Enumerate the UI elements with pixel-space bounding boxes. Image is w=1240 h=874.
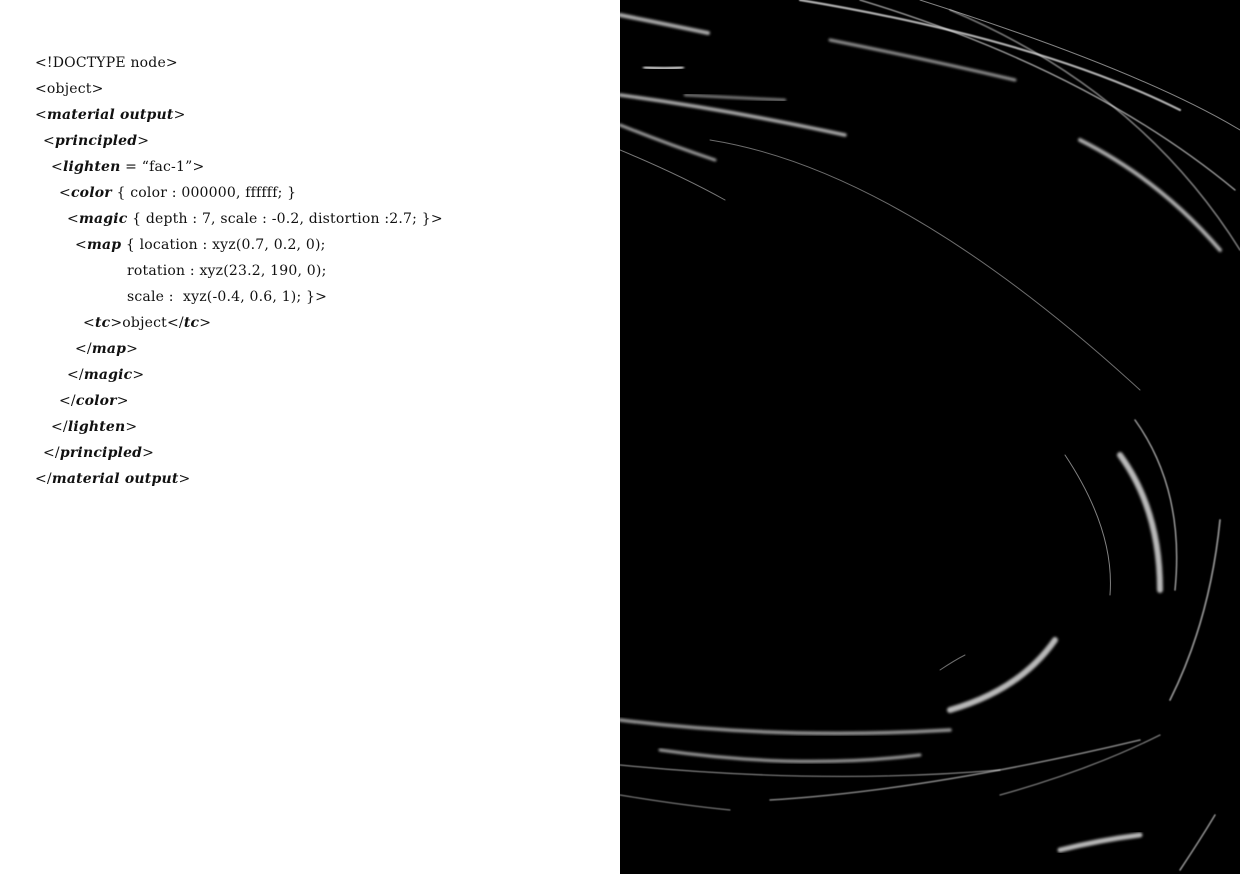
left-page: <!DOCTYPE node> <object> <material outpu… <box>0 0 620 874</box>
code-line-material-output-open: <material output> <box>35 107 186 123</box>
code-line-principled-open: <principled> <box>43 133 150 149</box>
code-line-material-output-close: </material output> <box>35 471 191 487</box>
code-line-map-close: </map> <box>75 341 139 357</box>
code-listing: <!DOCTYPE node> <object> <material outpu… <box>35 52 443 494</box>
code-line-object: <object> <box>35 81 104 97</box>
code-line-magic-open: <magic { depth : 7, scale : -0.2, distor… <box>67 211 443 227</box>
code-line-principled-close: </principled> <box>43 445 155 461</box>
right-page <box>620 0 1240 874</box>
code-line-lighten-open: <lighten = “fac-1”> <box>51 159 205 175</box>
code-line-tc: <tc>object</tc> <box>83 315 212 331</box>
code-line-magic-close: </magic> <box>67 367 145 383</box>
code-line-lighten-close: </lighten> <box>51 419 138 435</box>
code-line-map-scale: scale : xyz(-0.4, 0.6, 1); }> <box>127 289 328 305</box>
code-line-map-open: <map { location : xyz(0.7, 0.2, 0); <box>75 237 326 253</box>
book-spread: <!DOCTYPE node> <object> <material outpu… <box>0 0 1240 874</box>
code-line-doctype: <!DOCTYPE node> <box>35 55 178 71</box>
code-line-map-rotation: rotation : xyz(23.2, 190, 0); <box>127 263 327 279</box>
swirl-render-image <box>620 0 1240 874</box>
code-line-color-open: <color { color : 000000, ffffff; } <box>59 185 297 201</box>
code-line-color-close: </color> <box>59 393 129 409</box>
